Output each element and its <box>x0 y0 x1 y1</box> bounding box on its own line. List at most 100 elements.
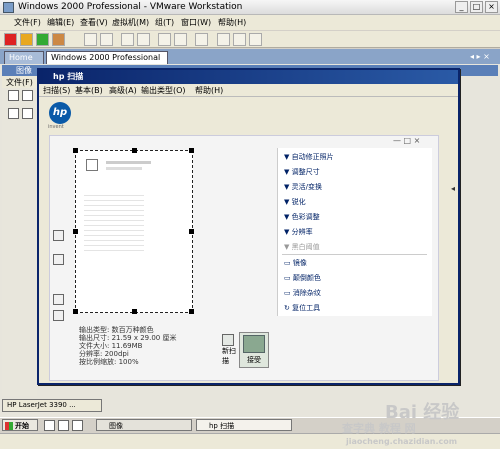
open-icon[interactable] <box>22 90 33 101</box>
scan-info: 输出类型: 数百万种颜色 输出尺寸: 21.59 x 29.00 厘米 文件大小… <box>79 326 199 366</box>
tool-sharpen[interactable]: ▼ 锐化 <box>284 197 306 207</box>
replay-icon[interactable] <box>233 33 246 46</box>
info-output-type: 输出类型: 数百万种颜色 <box>79 326 154 334</box>
scan-icon[interactable] <box>8 108 19 119</box>
menu-window[interactable]: 窗口(W) <box>181 17 211 28</box>
power-on-icon[interactable] <box>36 33 49 46</box>
tab-vm[interactable]: Windows 2000 Professional <box>46 51 168 64</box>
revert-icon[interactable] <box>100 33 113 46</box>
accept-scanner-icon <box>243 335 265 353</box>
hp-scan-dialog: hp 扫描 扫描(S) 基本(B) 高级(A) 输出类型(O) 帮助(H) hp… <box>37 68 460 385</box>
start-button[interactable]: 开始 <box>2 419 38 431</box>
tool-resize[interactable]: ▼ 调整尺寸 <box>284 167 320 177</box>
taskbar-images-label: 图像 <box>109 422 123 430</box>
console-icon[interactable] <box>174 33 187 46</box>
crop-handle[interactable] <box>73 229 78 234</box>
reset-icon[interactable] <box>52 33 65 46</box>
power-off-icon[interactable] <box>4 33 17 46</box>
menu-vm[interactable]: 虚拟机(M) <box>112 17 149 28</box>
crop-handle[interactable] <box>132 148 137 153</box>
watermark-site: jiaocheng.chazidian.com <box>346 437 458 446</box>
info-scale: 按比例缩放: 100% <box>79 358 139 366</box>
snapshot-icon[interactable] <box>84 33 97 46</box>
image-window-menu[interactable]: 文件(F) <box>2 76 40 88</box>
new-scan-label: 新扫描 <box>222 347 236 365</box>
vm-tab-strip: Home Windows 2000 Professional ◂ ▸ × <box>0 49 500 64</box>
hp-tagline: invent <box>48 124 64 130</box>
taskbar-item-scan[interactable]: hp 扫描 <box>196 419 292 431</box>
record-icon[interactable] <box>217 33 230 46</box>
document-text <box>106 161 151 164</box>
image-window-toolbar <box>8 90 38 130</box>
menu-team[interactable]: 组(T) <box>155 17 174 28</box>
vm-toolbar <box>0 31 500 48</box>
maximize-button[interactable]: □ <box>470 1 483 13</box>
crop-handle[interactable] <box>73 309 78 314</box>
quicklaunch-outlook-icon[interactable] <box>58 420 69 431</box>
menu-view[interactable]: 查看(V) <box>80 17 108 28</box>
summary-icon[interactable] <box>158 33 171 46</box>
tool-descreen[interactable]: ▭ 消除杂纹 <box>284 288 321 298</box>
hp-scan-title: hp 扫描 <box>53 72 84 81</box>
tool-light[interactable]: ▼ 灵活/变换 <box>284 182 322 192</box>
image-window-file-menu[interactable]: 文件(F) <box>6 77 33 88</box>
snapshot-manager-icon[interactable] <box>249 33 262 46</box>
tab-strip-controls[interactable]: ◂ ▸ × <box>466 51 496 64</box>
crop-handle[interactable] <box>189 148 194 153</box>
document-text <box>106 167 142 170</box>
quicklaunch-ie-icon[interactable] <box>44 420 55 431</box>
new-icon[interactable] <box>8 90 19 101</box>
tool-reset[interactable]: ↻ 复位工具 <box>284 303 320 313</box>
minimize-button[interactable]: _ <box>455 1 468 13</box>
document-logo-icon <box>86 159 98 171</box>
tool-reset-label: 复位工具 <box>292 304 321 312</box>
zoom-in-icon[interactable] <box>53 294 64 305</box>
crop-handle[interactable] <box>132 309 137 314</box>
tool-invert[interactable]: ▭ 颠倒颜色 <box>284 273 321 283</box>
tool-resize-label: 调整尺寸 <box>291 168 320 176</box>
tool-sharpen-label: 锐化 <box>291 198 306 206</box>
window-title: Windows 2000 Professional - VMware Works… <box>18 2 243 12</box>
tool-mirror[interactable]: ▭ 镜像 <box>284 258 307 268</box>
panel-collapse-icon[interactable]: ◂ <box>451 184 455 193</box>
vmware-logo-icon <box>3 2 14 13</box>
menu-output-type[interactable]: 输出类型(O) <box>141 85 186 96</box>
menu-file[interactable]: 文件(F) <box>14 17 41 28</box>
accept-label: 接受 <box>247 356 261 364</box>
menu-bar: 文件(F) 编辑(E) 查看(V) 虚拟机(M) 组(T) 窗口(W) 帮助(H… <box>0 15 500 30</box>
menu-advanced[interactable]: 高级(A) <box>109 85 137 96</box>
appliance-view-icon[interactable] <box>195 33 208 46</box>
suspend-icon[interactable] <box>20 33 33 46</box>
quick-switch-icon[interactable] <box>137 33 150 46</box>
crop-handle[interactable] <box>189 229 194 234</box>
menu-dialog-help[interactable]: 帮助(H) <box>195 85 223 96</box>
menu-edit[interactable]: 编辑(E) <box>47 17 74 28</box>
tab-home[interactable]: Home <box>4 51 44 64</box>
printer-task-window[interactable]: HP LaserJet 3390 ... <box>2 399 102 412</box>
menu-help[interactable]: 帮助(H) <box>218 17 246 28</box>
crop-handle[interactable] <box>189 309 194 314</box>
taskbar-scan-label: hp 扫描 <box>209 422 235 430</box>
menu-scan[interactable]: 扫描(S) <box>43 85 70 96</box>
hp-logo: hp <box>49 102 71 124</box>
zoom-out-icon[interactable] <box>53 310 64 321</box>
tool-auto-fix[interactable]: ▼ 自动修正照片 <box>284 152 334 162</box>
scan-preview[interactable] <box>73 148 194 314</box>
menu-basic[interactable]: 基本(B) <box>75 85 103 96</box>
image-window-title: 图像 <box>16 66 32 75</box>
new-scan-button[interactable]: 新扫描 <box>222 334 236 365</box>
tool-resolution[interactable]: ▼ 分辨率 <box>284 227 313 237</box>
panel-window-controls[interactable]: — □ × <box>393 136 420 145</box>
taskbar-item-images[interactable]: 图像 <box>96 419 192 431</box>
rotate-left-icon[interactable] <box>53 230 64 241</box>
rotate-right-icon[interactable] <box>53 254 64 265</box>
print-icon[interactable] <box>22 108 33 119</box>
accept-button[interactable]: 接受 <box>239 332 269 368</box>
quicklaunch-desktop-icon[interactable] <box>72 420 83 431</box>
hp-scan-titlebar[interactable]: hp 扫描 <box>39 70 458 84</box>
crop-handle[interactable] <box>73 148 78 153</box>
fullscreen-icon[interactable] <box>121 33 134 46</box>
close-button[interactable]: × <box>485 1 498 13</box>
tool-color[interactable]: ▼ 色彩调整 <box>284 212 320 222</box>
info-output-size: 输出尺寸: 21.59 x 29.00 厘米 <box>79 334 177 342</box>
